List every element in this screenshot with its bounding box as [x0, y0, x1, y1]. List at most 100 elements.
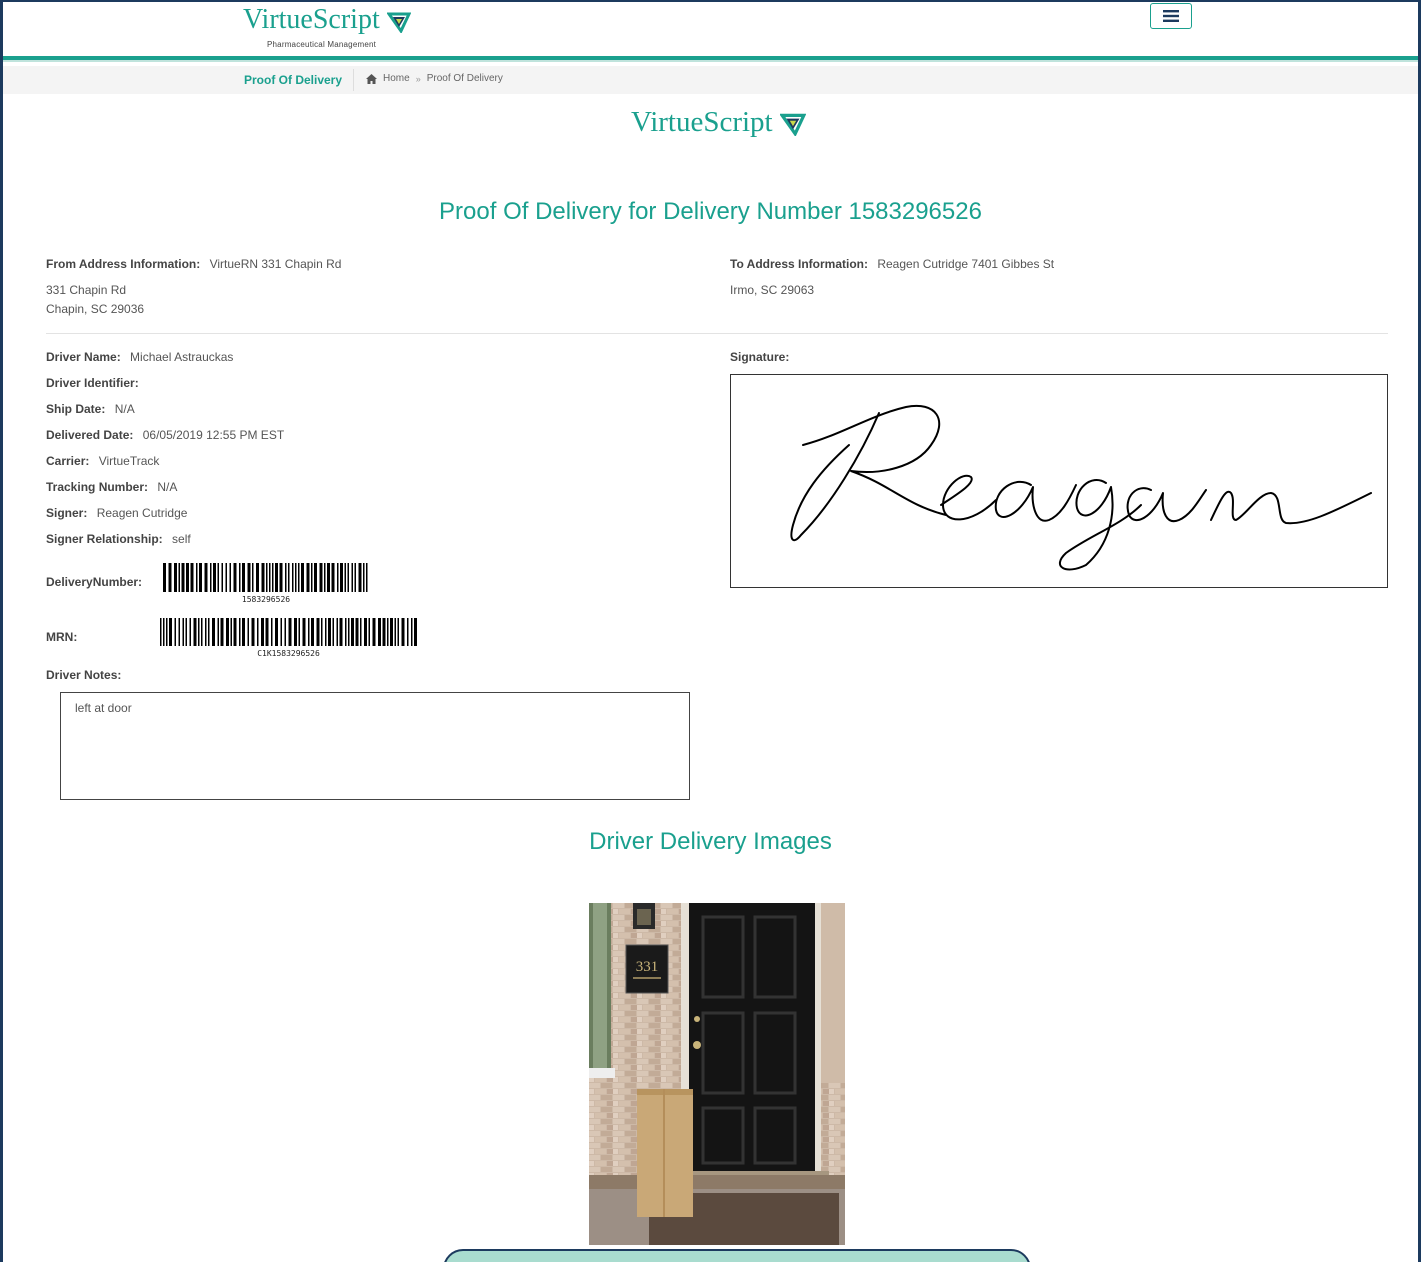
barcode-bar [160, 618, 162, 646]
home-icon[interactable] [366, 73, 377, 84]
barcode-bar [247, 563, 251, 592]
barcode-bar [213, 563, 216, 592]
delivery-photo-graphic: 331 [589, 903, 845, 1245]
barcode-bar [327, 563, 330, 592]
barcode-bar [308, 618, 310, 646]
barcode-bar [354, 563, 356, 592]
barcode-bar [252, 563, 254, 592]
driver-name-value: Michael Astrauckas [130, 350, 234, 364]
barcode-bar [324, 563, 326, 592]
barcode-bar [340, 563, 343, 592]
driver-notes-label: Driver Notes: [46, 668, 121, 682]
signer-label: Signer: [46, 506, 88, 520]
barcode-bar [169, 618, 172, 646]
barcode-bar [186, 563, 189, 592]
barcode-bar [347, 563, 349, 592]
carrier-row: Carrier: VirtueTrack [46, 454, 159, 468]
barcode-bar [302, 618, 306, 646]
barcode-bar [166, 618, 168, 646]
barcode-bar [269, 563, 271, 592]
to-address-label: To Address Information: [730, 257, 868, 271]
barcode-bar [321, 618, 323, 646]
barcode-bar [261, 618, 264, 646]
barcode-bar [174, 618, 176, 646]
barcode-bar [407, 618, 409, 646]
delivered-date-row: Delivered Date: 06/05/2019 12:55 PM EST [46, 428, 284, 442]
barcode-bar [366, 563, 368, 592]
driver-name-row: Driver Name: Michael Astrauckas [46, 350, 233, 364]
barcode-bar [397, 618, 399, 646]
from-address: From Address Information: VirtueRN 331 C… [46, 257, 341, 271]
mrn-barcode-number: C1K1583296526 [257, 649, 320, 658]
barcode-bar [226, 618, 229, 646]
barcode-bar [301, 563, 304, 592]
ship-date-value: N/A [114, 402, 135, 416]
barcode-bar [314, 563, 317, 592]
from-address-value: VirtueRN 331 Chapin Rd [209, 257, 342, 271]
barcode-bar [295, 563, 297, 592]
barcode-bar [208, 618, 210, 646]
barcode-bar [225, 563, 227, 592]
signer-value: Reagen Cutridge [96, 506, 188, 520]
barcode-bar [344, 563, 346, 592]
breadcrumb-divider [353, 69, 354, 91]
barcode-bar [387, 618, 389, 646]
barcode-bar [382, 618, 386, 646]
barcode-bar [217, 563, 219, 592]
driver-identifier-row: Driver Identifier: [46, 376, 145, 390]
barcode-bar [363, 563, 365, 592]
barcode-bar [251, 618, 255, 646]
signature-label-text: Signature: [730, 350, 790, 364]
document-logo-text: VirtueScript [631, 106, 773, 138]
barcode-bar [242, 618, 245, 646]
barcode-bar [298, 563, 300, 592]
menu-toggle-button[interactable] [1150, 3, 1192, 29]
barcode-bar [280, 618, 282, 646]
from-address-line2: Chapin, SC 29036 [46, 302, 145, 316]
from-address-line1: 331 Chapin Rd [46, 283, 127, 297]
barcode-bar [351, 618, 354, 646]
to-address: To Address Information: Reagen Cutridge … [730, 257, 1054, 271]
barcode-bar [316, 618, 320, 646]
barcode-bar [265, 618, 269, 646]
delivery-photo[interactable]: 331 [589, 903, 845, 1245]
barcode-bar [163, 618, 165, 646]
barcode-bar [233, 563, 237, 592]
mrn-label-text: MRN: [46, 630, 78, 644]
barcode-bar [193, 618, 197, 646]
breadcrumb-bar: Proof Of Delivery Home » Proof Of Delive… [3, 66, 1418, 94]
breadcrumb: Home » Proof Of Delivery [366, 73, 503, 84]
barcode-bar [233, 618, 237, 646]
barcode-bar [212, 618, 215, 646]
barcode-bar [355, 618, 359, 646]
barcode-bar [271, 618, 273, 646]
signer-relationship-label: Signer Relationship: [46, 532, 163, 546]
tracking-number-value: N/A [157, 480, 178, 494]
to-address-value: Reagen Cutridge 7401 Gibbes St [877, 257, 1055, 271]
delivery-number-label-text: DeliveryNumber: [46, 575, 143, 589]
barcode-bar [360, 618, 362, 646]
barcode-bar [311, 563, 313, 592]
delivery-number-barcode: 1583296526 [163, 563, 369, 607]
delivered-date-value: 06/05/2019 12:55 PM EST [142, 428, 285, 442]
barcode-bar [275, 563, 278, 592]
signer-row: Signer: Reagen Cutridge [46, 506, 187, 520]
barcode-bar [390, 618, 393, 646]
barcode-bar [372, 618, 376, 646]
bottom-action-button[interactable] [443, 1249, 1031, 1262]
barcode-bar [174, 563, 177, 592]
logo-shield-icon [386, 12, 411, 33]
barcode-bar [279, 563, 283, 592]
barcode-bar [414, 618, 417, 646]
barcode-bar [163, 563, 166, 592]
breadcrumb-chevron-icon: » [415, 73, 421, 84]
barcode-bar [229, 563, 231, 592]
barcode-bar [217, 618, 219, 646]
mrn-barcode-graphic [160, 618, 417, 646]
carrier-value: VirtueTrack [98, 454, 160, 468]
breadcrumb-home-link[interactable]: Home [383, 73, 410, 84]
barcode-bar [311, 618, 314, 646]
brand-logo[interactable]: VirtueScript Pharmaceutical Management [243, 4, 411, 49]
tracking-number-label: Tracking Number: [46, 480, 149, 494]
barcode-bar [358, 563, 362, 592]
